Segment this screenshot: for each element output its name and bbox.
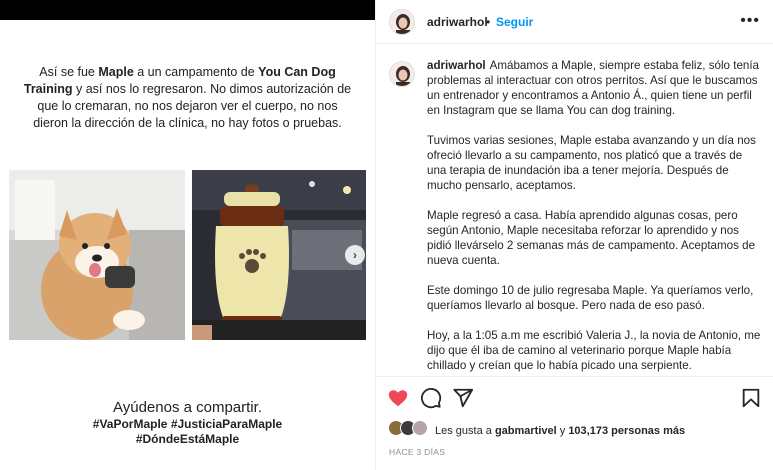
caption-paragraph-4: Este domingo 10 de julio regresaba Maple… [427, 284, 754, 312]
caption-author-avatar[interactable] [389, 61, 415, 87]
header-separator: • [486, 15, 491, 29]
follow-button[interactable]: Seguir [496, 15, 533, 29]
caption-paragraph-1: adriwarhol Amábamos a Maple, siempre esta… [427, 58, 762, 118]
caption-paragraph-5: Hoy, a la 1:05 a.m me escribió Valeria J… [427, 329, 761, 372]
caption-paragraph-2: Tuvimos varias sesiones, Maple estaba av… [427, 134, 756, 192]
dog-photo [9, 170, 185, 340]
instagram-post-view: Así se fue Maple a un campamento de You … [0, 0, 773, 470]
caption-text: adriwarhol Amábamos a Maple, siempre esta… [427, 58, 762, 375]
bookmark-icon[interactable] [740, 387, 762, 409]
author-username[interactable]: adriwarhol [427, 15, 488, 29]
author-avatar[interactable] [389, 9, 415, 35]
intro-text-1: Así se fue [39, 65, 99, 79]
heart-filled-icon[interactable] [387, 387, 409, 409]
send-icon[interactable] [452, 387, 474, 409]
post-media[interactable]: Así se fue Maple a un campamento de You … [0, 0, 375, 470]
next-image-button[interactable]: › [345, 245, 365, 265]
media-call-to-action: Ayúdenos a compartir. #VaPorMaple #Justi… [20, 398, 355, 447]
urn-photo [192, 170, 366, 340]
comment-icon[interactable] [420, 387, 442, 409]
post-timestamp[interactable]: HACE 3 DÍAS [389, 447, 445, 457]
caption-paragraph-3: Maple regresó a casa. Había aprendido al… [427, 209, 756, 267]
more-options-icon[interactable]: ••• [740, 12, 760, 30]
likes-user-link[interactable]: gabmartivel [495, 425, 557, 437]
cta-text: Ayúdenos a compartir. [113, 399, 262, 416]
post-side-panel: adriwarhol • Seguir ••• adriwarhol Amábam… [375, 0, 773, 470]
caption-username[interactable]: adriwarhol [427, 59, 486, 72]
intro-text-2: a un campamento de [133, 65, 259, 79]
likes-prefix: Les gusta a [435, 425, 495, 437]
post-header: adriwarhol • Seguir ••• [376, 0, 773, 44]
likes-count-link[interactable]: 103,173 personas más [568, 425, 685, 437]
intro-name: Maple [98, 65, 134, 79]
hashtags-line-2: #DóndeEstáMaple [135, 432, 240, 446]
post-caption: adriwarhol Amábamos a Maple, siempre esta… [376, 45, 773, 375]
liker-avatar-3 [412, 420, 428, 436]
media-top-bar [0, 0, 375, 20]
likes-connector: y [556, 425, 569, 437]
chevron-right-icon: › [353, 248, 357, 262]
hashtags-line-1: #VaPorMaple #JusticiaParaMaple [92, 417, 283, 431]
post-actions: Les gusta a gabmartivel y 103,173 person… [376, 376, 773, 470]
media-intro-text: Así se fue Maple a un campamento de You … [20, 64, 355, 132]
likes-summary[interactable]: Les gusta a gabmartivel y 103,173 person… [435, 425, 685, 437]
intro-text-3: y así nos lo regresaron. No dimos autori… [33, 82, 352, 130]
